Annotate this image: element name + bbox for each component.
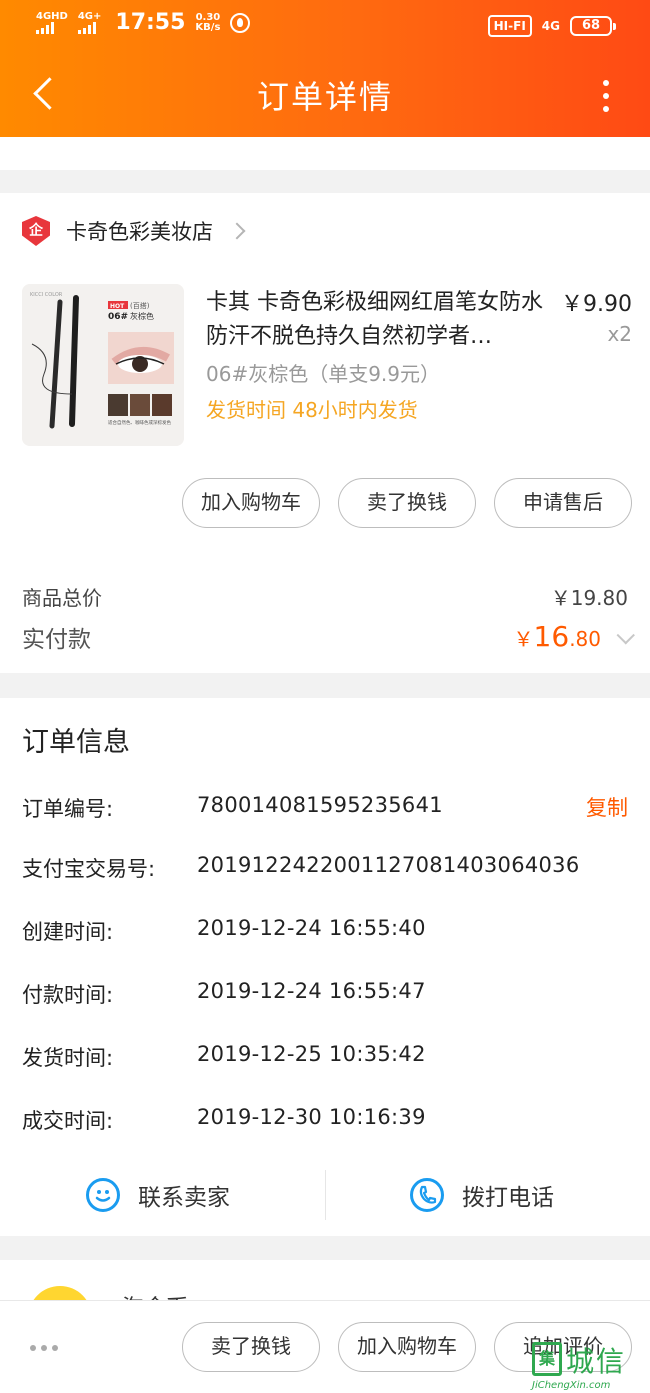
speed-unit: KB/s [195,21,221,33]
created-time-label: 创建时间: [22,920,114,944]
contact-seller-button[interactable]: 联系卖家 [86,1168,230,1222]
status-bar: 4GHD 4G+ 17:55 0.30 KB/s HI-FI 4G 68 [0,0,650,50]
created-time-value: 2019-12-24 16:55:40 [197,916,426,940]
more-dots-icon[interactable] [30,1345,58,1351]
signal-1: 4GHD [36,10,68,34]
page-title: 订单详情 [256,78,393,116]
paid-label: 实付款 [22,627,91,653]
watermark-text: 城信 [566,1345,627,1378]
product-image[interactable]: KICCI COLOR HOT (百搭) 06# 灰棕色 适合自然色、咖啡色或深… [22,284,184,446]
bottom-add-to-cart-button[interactable]: 加入购物车 [338,1322,476,1372]
signal-2: 4G+ [77,10,102,34]
watermark-char: 集 [532,1342,562,1376]
chevron-right-icon [228,222,246,240]
order-number-value: 780014081595235641 [197,793,443,817]
shop-name[interactable]: 卡奇色彩美妆店 [66,216,213,246]
shop-badge-icon: 企 [22,216,50,246]
total-value: ￥19.80 [550,586,628,610]
contact-divider [325,1170,326,1220]
completed-time-label: 成交时间: [22,1109,114,1133]
speed-value: 0.30 [195,11,221,23]
after-sale-button[interactable]: 申请售后 [494,478,632,528]
image-caption: 适合自然色、咖啡色或深棕发色 [108,419,171,426]
notification-icon [230,12,251,33]
bottom-resell-button[interactable]: 卖了换钱 [182,1322,320,1372]
watermark-url: JiChengXin.com [532,1380,611,1391]
product-quantity: x2 [607,322,632,346]
image-shade: 灰棕色 [130,311,154,321]
eyebrow-pencil-image: KICCI COLOR HOT (百搭) 06# 灰棕色 适合自然色、咖啡色或深… [22,284,184,446]
resell-button[interactable]: 卖了换钱 [338,478,476,528]
shop-header[interactable]: 企 卡奇色彩美妆店 [22,216,246,246]
network-type: 4G [541,19,560,33]
app-header: 4GHD 4G+ 17:55 0.30 KB/s HI-FI 4G 68 订单详… [0,0,650,137]
paid-time-label: 付款时间: [22,983,114,1007]
paid-time-value: 2019-12-24 16:55:47 [197,979,426,1003]
add-to-cart-button[interactable]: 加入购物车 [182,478,320,528]
shipped-time-label: 发货时间: [22,1046,114,1070]
more-icon[interactable] [596,78,616,114]
alipay-trade-value: 2019122422001127081403064036 [197,853,580,877]
completed-time-value: 2019-12-30 10:16:39 [197,1105,426,1129]
signal-2-label: 4G+ [77,10,102,22]
battery-icon: 68 [570,16,616,36]
watermark-logo: 集 城信 JiChengXin.com [532,1340,650,1393]
paid-integer: 16 [533,620,570,653]
image-hot: HOT [110,303,125,310]
top-strip [0,137,650,170]
product-title[interactable]: 卡其 卡奇色彩极细网红眉笔女防水防汗不脱色持久自然初学者… [206,286,546,354]
call-phone-label: 拨打电话 [462,1185,554,1211]
image-brand: KICCI COLOR [30,292,63,298]
chat-icon [86,1178,120,1212]
paid-decimal: .80 [569,627,601,651]
order-info-card [0,698,650,1236]
product-spec: 06#灰棕色（单支9.9元） [206,362,441,386]
image-tag: (百搭) [130,301,150,310]
clock: 17:55 [115,10,186,35]
shipping-time: 发货时间 48小时内发货 [206,398,418,422]
total-label: 商品总价 [22,586,102,610]
order-number-label: 订单编号: [22,797,114,821]
product-price: ￥9.90 [561,292,632,317]
image-code: 06# [108,312,128,322]
order-info-title: 订单信息 [22,727,130,758]
alipay-trade-label: 支付宝交易号: [22,857,156,881]
paid-currency: ￥ [513,627,534,651]
copy-button[interactable]: 复制 [586,792,628,822]
call-phone-button[interactable]: 拨打电话 [410,1168,554,1222]
phone-icon [410,1178,444,1212]
hifi-badge: HI-FI [487,15,532,37]
shipped-time-value: 2019-12-25 10:35:42 [197,1042,426,1066]
contact-seller-label: 联系卖家 [138,1185,230,1211]
signal-1-label: 4GHD [36,10,68,22]
network-speed: 0.30 KB/s [195,11,221,33]
paid-amount[interactable]: ￥ 16 .80 [513,620,635,653]
